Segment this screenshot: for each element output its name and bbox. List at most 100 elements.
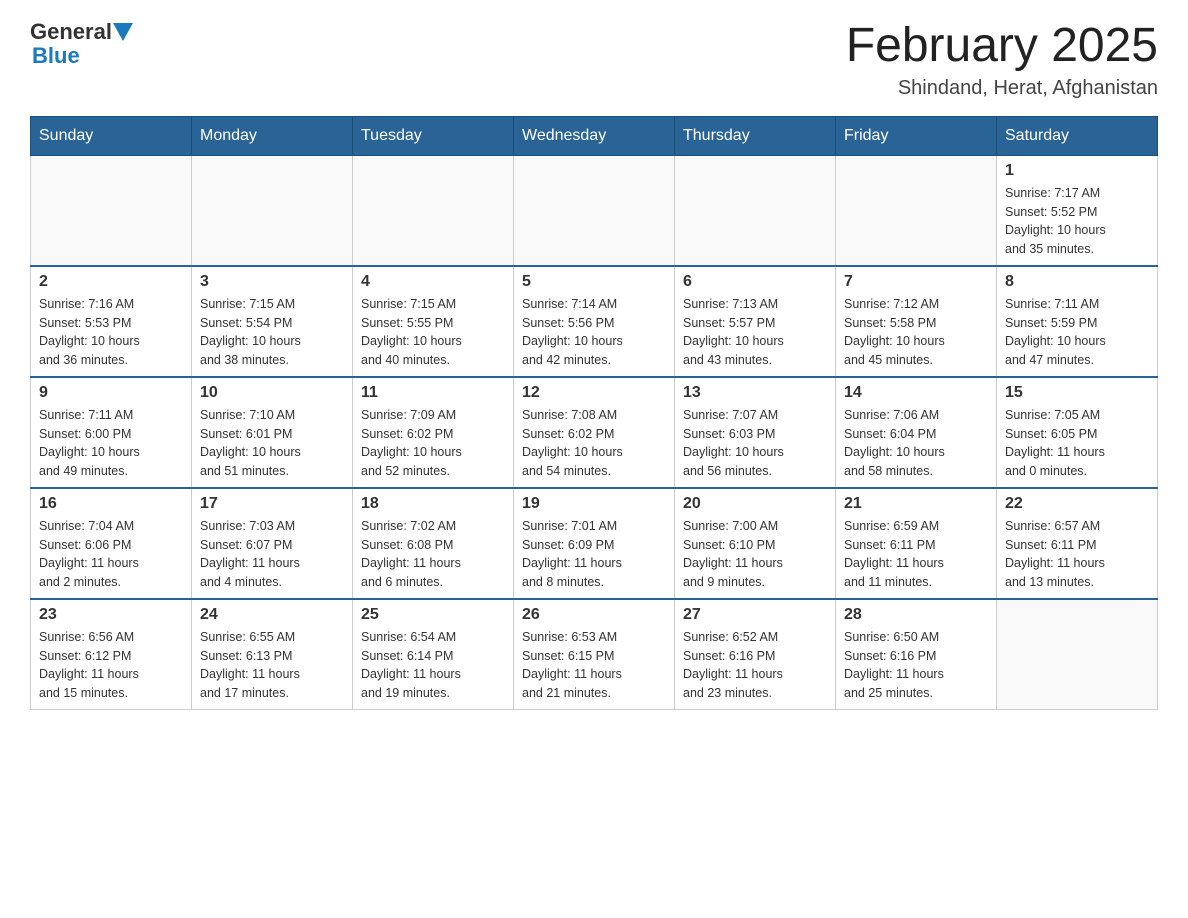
- calendar-week-row: 23 Sunrise: 6:56 AM Sunset: 6:12 PM Dayli…: [31, 599, 1158, 710]
- column-header-saturday: Saturday: [997, 116, 1158, 155]
- location-subtitle: Shindand, Herat, Afghanistan: [846, 77, 1158, 100]
- day-number: 27: [683, 606, 827, 624]
- day-info: Sunrise: 7:05 AM Sunset: 6:05 PM Dayligh…: [1005, 406, 1149, 481]
- day-info: Sunrise: 7:11 AM Sunset: 5:59 PM Dayligh…: [1005, 295, 1149, 370]
- day-number: 14: [844, 384, 988, 402]
- day-info: Sunrise: 7:08 AM Sunset: 6:02 PM Dayligh…: [522, 406, 666, 481]
- calendar-day-cell: 14 Sunrise: 7:06 AM Sunset: 6:04 PM Dayli…: [836, 377, 997, 488]
- calendar-day-cell: 21 Sunrise: 6:59 AM Sunset: 6:11 PM Dayli…: [836, 488, 997, 599]
- day-info: Sunrise: 7:01 AM Sunset: 6:09 PM Dayligh…: [522, 517, 666, 592]
- column-header-friday: Friday: [836, 116, 997, 155]
- calendar-day-cell: 11 Sunrise: 7:09 AM Sunset: 6:02 PM Dayli…: [353, 377, 514, 488]
- calendar-day-cell: 18Sunrise: 7:02 AM Sunset: 6:08 PM Dayli…: [353, 488, 514, 599]
- day-info: Sunrise: 6:53 AM Sunset: 6:15 PM Dayligh…: [522, 628, 666, 703]
- day-number: 28: [844, 606, 988, 624]
- calendar-day-cell: 23 Sunrise: 6:56 AM Sunset: 6:12 PM Dayli…: [31, 599, 192, 710]
- day-info: Sunrise: 7:03 AM Sunset: 6:07 PM Dayligh…: [200, 517, 344, 592]
- calendar-day-cell: [31, 155, 192, 266]
- calendar-day-cell: 26 Sunrise: 6:53 AM Sunset: 6:15 PM Dayli…: [514, 599, 675, 710]
- calendar-day-cell: 17 Sunrise: 7:03 AM Sunset: 6:07 PM Dayli…: [192, 488, 353, 599]
- calendar-day-cell: 8 Sunrise: 7:11 AM Sunset: 5:59 PM Daylig…: [997, 266, 1158, 377]
- day-info: Sunrise: 6:55 AM Sunset: 6:13 PM Dayligh…: [200, 628, 344, 703]
- calendar-day-cell: [997, 599, 1158, 710]
- day-info: Sunrise: 6:59 AM Sunset: 6:11 PM Dayligh…: [844, 517, 988, 592]
- logo-triangle-icon: [113, 23, 133, 43]
- day-info: Sunrise: 7:16 AM Sunset: 5:53 PM Dayligh…: [39, 295, 183, 370]
- month-title: February 2025: [846, 20, 1158, 73]
- calendar-day-cell: 28 Sunrise: 6:50 AM Sunset: 6:16 PM Dayli…: [836, 599, 997, 710]
- page-header: General Blue February 2025 Shindand, Her…: [30, 20, 1158, 100]
- calendar-day-cell: [836, 155, 997, 266]
- day-info: Sunrise: 7:12 AM Sunset: 5:58 PM Dayligh…: [844, 295, 988, 370]
- day-number: 2: [39, 273, 183, 291]
- calendar-day-cell: 9 Sunrise: 7:11 AM Sunset: 6:00 PM Daylig…: [31, 377, 192, 488]
- calendar-day-cell: 20Sunrise: 7:00 AM Sunset: 6:10 PM Dayli…: [675, 488, 836, 599]
- day-info: Sunrise: 7:15 AM Sunset: 5:54 PM Dayligh…: [200, 295, 344, 370]
- calendar-day-cell: 10 Sunrise: 7:10 AM Sunset: 6:01 PM Dayli…: [192, 377, 353, 488]
- day-info: Sunrise: 7:10 AM Sunset: 6:01 PM Dayligh…: [200, 406, 344, 481]
- day-number: 11: [361, 384, 505, 402]
- day-info: Sunrise: 6:57 AM Sunset: 6:11 PM Dayligh…: [1005, 517, 1149, 592]
- day-info: Sunrise: 7:04 AM Sunset: 6:06 PM Dayligh…: [39, 517, 183, 592]
- calendar-day-cell: [192, 155, 353, 266]
- day-number: 17: [200, 495, 344, 513]
- day-number: 3: [200, 273, 344, 291]
- calendar-day-cell: 2 Sunrise: 7:16 AM Sunset: 5:53 PM Daylig…: [31, 266, 192, 377]
- day-number: 12: [522, 384, 666, 402]
- calendar-table: SundayMondayTuesdayWednesdayThursdayFrid…: [30, 116, 1158, 710]
- day-number: 24: [200, 606, 344, 624]
- day-number: 13: [683, 384, 827, 402]
- calendar-day-cell: 22 Sunrise: 6:57 AM Sunset: 6:11 PM Dayli…: [997, 488, 1158, 599]
- day-info: Sunrise: 7:09 AM Sunset: 6:02 PM Dayligh…: [361, 406, 505, 481]
- day-number: 15: [1005, 384, 1149, 402]
- day-info: Sunrise: 7:11 AM Sunset: 6:00 PM Dayligh…: [39, 406, 183, 481]
- calendar-day-cell: 19 Sunrise: 7:01 AM Sunset: 6:09 PM Dayli…: [514, 488, 675, 599]
- calendar-day-cell: 25 Sunrise: 6:54 AM Sunset: 6:14 PM Dayli…: [353, 599, 514, 710]
- day-info: Sunrise: 7:13 AM Sunset: 5:57 PM Dayligh…: [683, 295, 827, 370]
- day-info: Sunrise: 6:56 AM Sunset: 6:12 PM Dayligh…: [39, 628, 183, 703]
- column-header-sunday: Sunday: [31, 116, 192, 155]
- calendar-day-cell: [514, 155, 675, 266]
- calendar-header-row: SundayMondayTuesdayWednesdayThursdayFrid…: [31, 116, 1158, 155]
- column-header-monday: Monday: [192, 116, 353, 155]
- logo-blue-text: Blue: [32, 44, 80, 68]
- day-number: 9: [39, 384, 183, 402]
- day-number: 19: [522, 495, 666, 513]
- day-number: 20: [683, 495, 827, 513]
- day-number: 4: [361, 273, 505, 291]
- calendar-day-cell: 15 Sunrise: 7:05 AM Sunset: 6:05 PM Dayli…: [997, 377, 1158, 488]
- day-info: Sunrise: 7:07 AM Sunset: 6:03 PM Dayligh…: [683, 406, 827, 481]
- calendar-day-cell: 27 Sunrise: 6:52 AM Sunset: 6:16 PM Dayli…: [675, 599, 836, 710]
- title-block: February 2025 Shindand, Herat, Afghanist…: [846, 20, 1158, 100]
- day-number: 21: [844, 495, 988, 513]
- day-number: 10: [200, 384, 344, 402]
- day-info: Sunrise: 6:54 AM Sunset: 6:14 PM Dayligh…: [361, 628, 505, 703]
- day-number: 23: [39, 606, 183, 624]
- calendar-day-cell: 1Sunrise: 7:17 AM Sunset: 5:52 PM Daylig…: [997, 155, 1158, 266]
- day-info: Sunrise: 6:52 AM Sunset: 6:16 PM Dayligh…: [683, 628, 827, 703]
- day-number: 8: [1005, 273, 1149, 291]
- calendar-week-row: 1Sunrise: 7:17 AM Sunset: 5:52 PM Daylig…: [31, 155, 1158, 266]
- day-number: 25: [361, 606, 505, 624]
- day-number: 7: [844, 273, 988, 291]
- calendar-day-cell: 7 Sunrise: 7:12 AM Sunset: 5:58 PM Daylig…: [836, 266, 997, 377]
- calendar-week-row: 9 Sunrise: 7:11 AM Sunset: 6:00 PM Daylig…: [31, 377, 1158, 488]
- day-number: 16: [39, 495, 183, 513]
- column-header-tuesday: Tuesday: [353, 116, 514, 155]
- calendar-day-cell: 5Sunrise: 7:14 AM Sunset: 5:56 PM Daylig…: [514, 266, 675, 377]
- day-number: 22: [1005, 495, 1149, 513]
- calendar-week-row: 2 Sunrise: 7:16 AM Sunset: 5:53 PM Daylig…: [31, 266, 1158, 377]
- day-info: Sunrise: 7:06 AM Sunset: 6:04 PM Dayligh…: [844, 406, 988, 481]
- day-number: 6: [683, 273, 827, 291]
- day-info: Sunrise: 7:15 AM Sunset: 5:55 PM Dayligh…: [361, 295, 505, 370]
- calendar-day-cell: 6 Sunrise: 7:13 AM Sunset: 5:57 PM Daylig…: [675, 266, 836, 377]
- day-number: 26: [522, 606, 666, 624]
- calendar-day-cell: 13 Sunrise: 7:07 AM Sunset: 6:03 PM Dayli…: [675, 377, 836, 488]
- day-number: 18: [361, 495, 505, 513]
- calendar-day-cell: 12 Sunrise: 7:08 AM Sunset: 6:02 PM Dayli…: [514, 377, 675, 488]
- logo-general-text: General: [30, 20, 112, 44]
- day-info: Sunrise: 6:50 AM Sunset: 6:16 PM Dayligh…: [844, 628, 988, 703]
- calendar-week-row: 16 Sunrise: 7:04 AM Sunset: 6:06 PM Dayli…: [31, 488, 1158, 599]
- calendar-day-cell: [353, 155, 514, 266]
- calendar-day-cell: [675, 155, 836, 266]
